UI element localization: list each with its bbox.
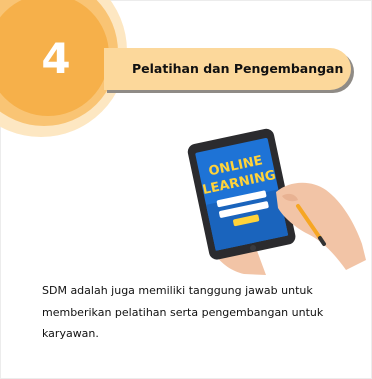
step-number: 4	[41, 34, 71, 83]
step-title: Pelatihan dan Pengembangan	[132, 61, 344, 76]
info-card: 4 Pelatihan dan Pengembangan ONLINE LEAR…	[0, 0, 372, 379]
description-text: SDM adalah juga memiliki tanggung jawab …	[42, 284, 324, 340]
tablet-online-learning-illustration: ONLINE LEARNING	[187, 128, 366, 275]
